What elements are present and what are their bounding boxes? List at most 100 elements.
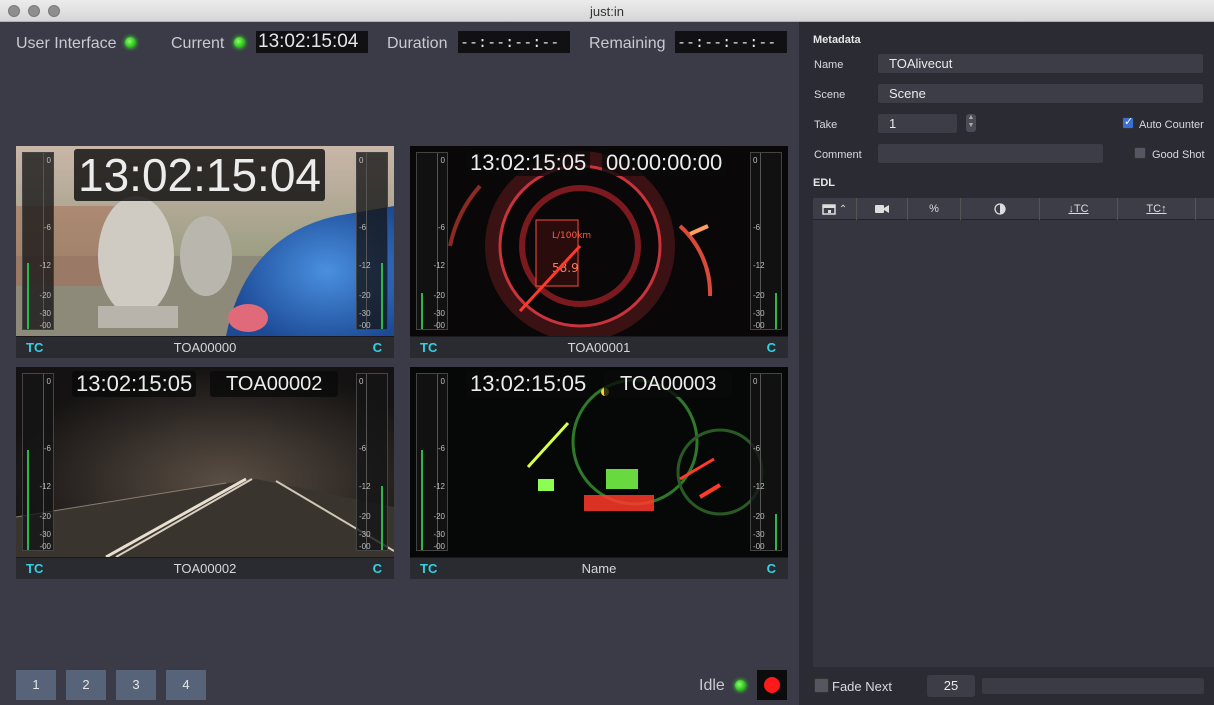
take-stepper[interactable]: ▲ ▼ [966,114,976,132]
meter-tick: -30 [433,530,445,539]
edl-col-tc-in[interactable]: ↓TC [1040,198,1118,220]
monitor-panel: User Interface Current 13:02:15:04 Durat… [0,22,799,705]
edl-section-title: EDL [813,177,835,189]
meter-tick: -6 [359,223,367,232]
meter-tick: -00 [39,542,51,551]
meter-tick: 0 [440,377,445,386]
meter-tick: -12 [433,261,445,270]
fade-progress-bar [981,677,1205,695]
idle-status-label: Idle [699,677,725,694]
good-shot-label: Good Shot [1152,149,1205,161]
meter-tick: -6 [437,223,445,232]
current-timecode: 13:02:15:04 [256,31,368,53]
edl-col-date[interactable]: ⌃ [813,198,857,220]
remaining-label: Remaining [589,35,666,52]
meter-tick: -30 [433,309,445,318]
edl-col-contrast[interactable] [961,198,1040,220]
tile-status-bar-1: TC TOA00001 C [410,336,788,358]
user-interface-led-icon [125,37,136,48]
meter-tick: -00 [39,321,51,330]
audio-meter-left-1: 0 -6 -12 -20 -30 -00 [416,152,448,330]
meter-tick: 0 [46,156,51,165]
meter-tick: 0 [440,156,445,165]
record-button[interactable] [757,670,787,700]
fade-frames-field[interactable]: 25 [927,675,975,697]
fade-next-checkbox[interactable] [814,678,829,693]
comment-label: Comment [814,149,862,161]
tile-status-bar-0: TC TOA00000 C [16,336,394,358]
tile-status-bar-3: TC Name C [410,557,788,579]
camera-tile-2[interactable]: 0 -6 -12 -20 -30 -00 0 -6 -12 -20 -30 -0… [16,367,394,579]
take-field[interactable]: 1 [877,113,958,134]
page-button-3[interactable]: 3 [116,670,156,700]
overlay-timecode-3: 13:02:15:05 [466,371,591,397]
meter-tick: -00 [433,542,445,551]
edl-col-tc-out[interactable]: TC↑ [1118,198,1196,220]
comment-field[interactable] [877,143,1104,164]
chevron-up-icon: ⌃ [838,204,848,215]
meter-tick: -30 [359,309,371,318]
audio-meter-right-0: 0 -6 -12 -20 -30 -00 [356,152,388,330]
meter-tick: -6 [753,223,761,232]
meter-tick: 0 [359,377,364,386]
camera-tile-0[interactable]: 0 -6 -12 -20 -30 -00 0 -6 -12 -20 -30 -0… [16,146,394,358]
auto-counter-label: Auto Counter [1139,119,1204,131]
overlay-timecode-0: 13:02:15:04 [74,149,326,201]
meter-tick: -12 [753,482,765,491]
meter-tick: -20 [433,512,445,521]
meter-tick: -30 [39,309,51,318]
meter-tick: -00 [433,321,445,330]
name-label: Name [814,59,844,71]
title-bar: just:in [0,0,1214,22]
meter-tick: -00 [359,542,371,551]
audio-meter-right-3: 0 -6 -12 -20 -30 -00 [750,373,782,551]
metadata-panel: Metadata Name TOAlivecut Scene Scene Tak… [805,22,1214,705]
meter-tick: -20 [39,291,51,300]
take-label: Take [814,119,838,131]
c-indicator: C [766,340,776,355]
good-shot-checkbox[interactable] [1134,147,1146,159]
edl-table[interactable]: ⌃ % ↓TC TC↑ [813,198,1214,667]
camera-tile-3[interactable]: 0 -6 -12 -20 -30 -00 0 -6 -12 -20 -30 -0… [410,367,788,579]
app-window: just:in User Interface Current 13:02:15:… [0,0,1214,705]
camera-tile-1[interactable]: L/100km 58.9 0 -6 -12 -20 -30 -00 0 -6 -… [410,146,788,358]
tile-name: TOA00002 [173,561,237,576]
meter-tick: -20 [753,512,765,521]
record-icon [764,677,780,693]
meter-tick: -20 [39,512,51,521]
meter-tick: 0 [753,377,758,386]
current-label: Current [171,35,225,52]
page-button-2[interactable]: 2 [66,670,106,700]
audio-meter-left-2: 0 -6 -12 -20 -30 -00 [22,373,54,551]
meter-tick: -6 [753,444,761,453]
fade-next-label: Fade Next [832,679,892,694]
name-field[interactable]: TOAlivecut [877,53,1204,74]
auto-counter-checkbox[interactable] [1122,115,1134,129]
meter-tick: -12 [39,482,51,491]
tile-name: TOA00000 [173,340,237,355]
contrast-icon [994,203,1006,215]
tile-name: TOA00001 [567,340,631,355]
meter-tick: 0 [359,156,364,165]
edl-col-percent[interactable]: % [908,198,961,220]
meter-tick: -6 [359,444,367,453]
c-indicator: C [372,561,382,576]
meter-tick: -20 [359,512,371,521]
page-button-1[interactable]: 1 [16,670,56,700]
scene-field[interactable]: Scene [877,83,1204,104]
audio-meter-left-0: 0 -6 -12 -20 -30 -00 [22,152,54,330]
overlay-secondary-2: TOA00002 [210,371,339,397]
overlay-secondary-1: 00:00:00:00 [602,150,727,176]
metadata-section-title: Metadata [813,34,861,46]
meter-tick: -6 [43,223,51,232]
audio-meter-right-2: 0 -6 -12 -20 -30 -00 [356,373,388,551]
calendar-icon [822,204,836,215]
tile-status-bar-2: TC TOA00002 C [16,557,394,579]
audio-meter-right-1: 0 -6 -12 -20 -30 -00 [750,152,782,330]
edl-col-camera[interactable] [857,198,908,220]
page-button-4[interactable]: 4 [166,670,206,700]
meter-tick: -12 [39,261,51,270]
meter-tick: 0 [753,156,758,165]
current-led-icon [234,37,245,48]
meter-tick: -30 [39,530,51,539]
